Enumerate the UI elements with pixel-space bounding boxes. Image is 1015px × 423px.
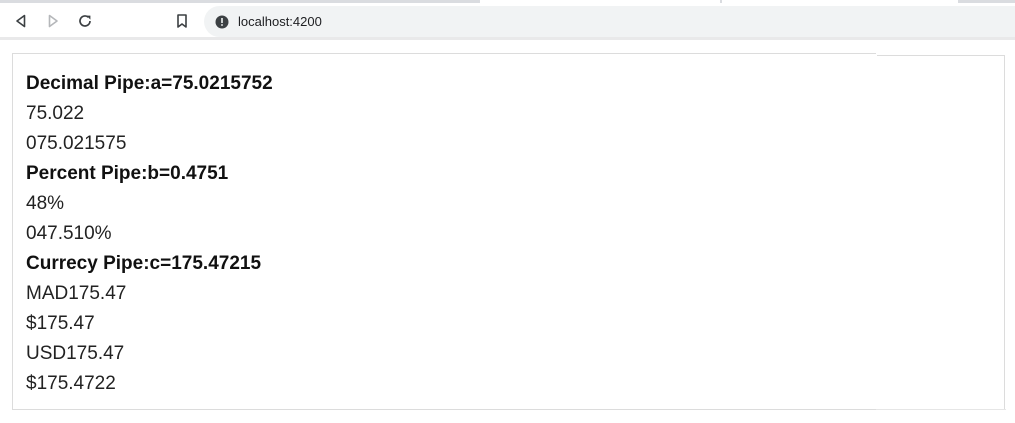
forward-button[interactable] [41, 9, 65, 33]
panel-border-inner [877, 55, 1005, 56]
currency-pipe-value: $175.47 [26, 313, 95, 334]
decimal-pipe-heading: Decimal Pipe:a=75.0215752 [26, 73, 273, 94]
back-button[interactable] [9, 9, 33, 33]
percent-pipe-value: 48% [26, 193, 65, 214]
browser-toolbar: localhost:4200 [0, 3, 1015, 37]
currency-pipe-value: USD175.47 [26, 343, 125, 364]
back-arrow-icon [16, 14, 26, 28]
forward-arrow-icon [48, 14, 58, 28]
address-bar[interactable]: localhost:4200 [204, 6, 1015, 37]
currency-pipe-value: MAD175.47 [26, 283, 127, 304]
bookmark-icon [177, 14, 187, 28]
currency-pipe-value: $175.4722 [26, 373, 116, 394]
address-bar-url[interactable]: localhost:4200 [238, 14, 322, 30]
info-icon[interactable] [215, 15, 229, 29]
bookmark-button[interactable] [170, 9, 194, 33]
currency-pipe-heading: Currecy Pipe:c=175.47215 [26, 253, 262, 274]
percent-pipe-value: 047.510% [26, 223, 112, 244]
pipes-demo-panel: Decimal Pipe:a=75.0215752 75.022 075.021… [12, 53, 1006, 410]
panel-border-bottom-gap [876, 409, 1006, 410]
decimal-pipe-value: 75.022 [26, 103, 85, 124]
decimal-pipe-value: 075.021575 [26, 133, 127, 154]
toolbar-divider [0, 37, 1015, 40]
reload-icon [79, 15, 91, 27]
reload-button[interactable] [73, 9, 97, 33]
percent-pipe-heading: Percent Pipe:b=0.4751 [26, 163, 229, 184]
pipes-output-list: Decimal Pipe:a=75.0215752 75.022 075.021… [26, 69, 273, 399]
